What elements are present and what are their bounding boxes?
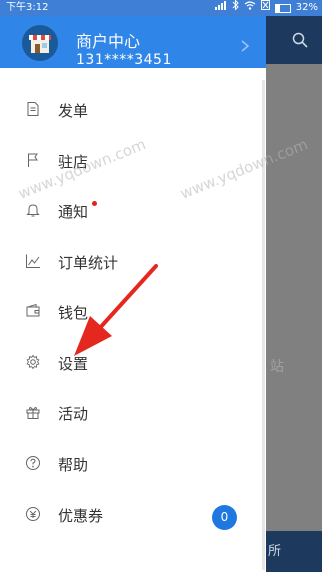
signal-icon	[214, 0, 227, 16]
menu-item-label: 帮助	[58, 456, 89, 474]
menu-item-post-order[interactable]: 发单	[0, 89, 262, 133]
merchant-phone: 131****3451	[76, 52, 172, 68]
menu-item-coupons[interactable]: 优惠券 0	[0, 494, 262, 538]
coupon-count-badge: 0	[212, 505, 237, 530]
bluetooth-icon	[232, 0, 239, 16]
gift-icon	[26, 407, 40, 419]
battery-icon	[274, 3, 291, 13]
menu-item-wallet[interactable]: 钱包	[0, 291, 262, 335]
battery-percent: 32%	[295, 2, 318, 13]
menu-item-label: 活动	[58, 405, 89, 423]
navigation-drawer: 商户中心 131****3451 发单 驻店 通知 订单统计 钱包 设置 活动 …	[0, 16, 266, 572]
avatar	[22, 25, 58, 61]
chevron-right-icon	[241, 40, 250, 52]
menu-item-order-stats[interactable]: 订单统计	[0, 241, 262, 285]
status-bar: 下午3:12 32%	[0, 0, 322, 16]
search-icon[interactable]	[292, 32, 308, 48]
menu-item-help[interactable]: 帮助	[0, 443, 262, 487]
sim-icon	[260, 0, 270, 16]
wallet-icon	[26, 303, 40, 317]
shop-icon	[29, 35, 51, 53]
background-fragment-text: 站	[270, 359, 284, 375]
flag-icon	[28, 153, 38, 167]
menu-item-label: 发单	[58, 102, 89, 120]
gear-icon	[26, 354, 40, 370]
menu-item-notifications[interactable]: 通知	[0, 190, 262, 234]
menu-item-activities[interactable]: 活动	[0, 392, 262, 436]
unread-dot	[92, 201, 97, 206]
line-chart-icon	[26, 254, 40, 268]
coupon-icon	[26, 507, 40, 521]
background-bottom-fragment: 所	[268, 544, 282, 559]
menu-item-label: 通知	[58, 203, 89, 221]
status-time: 下午3:12	[6, 2, 49, 13]
menu-item-label: 钱包	[58, 304, 89, 322]
menu-item-label: 优惠券	[58, 507, 104, 525]
menu-item-label: 订单统计	[58, 254, 119, 272]
background-page	[266, 16, 322, 572]
help-circle-icon	[26, 456, 40, 470]
status-icons: 32%	[214, 0, 318, 16]
menu-item-label: 设置	[58, 355, 89, 373]
menu-item-settings[interactable]: 设置	[0, 342, 262, 386]
document-icon	[27, 102, 39, 116]
merchant-center-title: 商户中心	[76, 32, 141, 51]
merchant-header[interactable]: 商户中心 131****3451	[0, 16, 266, 68]
wifi-icon	[244, 0, 256, 16]
bell-icon	[26, 204, 40, 217]
